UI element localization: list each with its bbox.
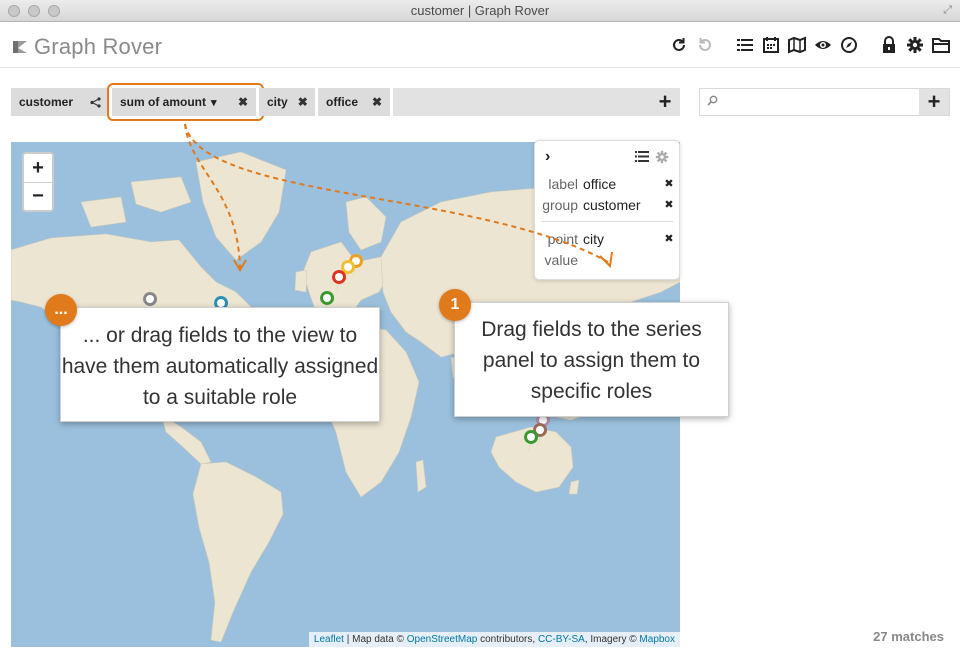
license-link[interactable]: CC-BY-SA	[538, 634, 585, 645]
field-chip-city[interactable]: city ✖	[259, 88, 318, 116]
window-titlebar: customer | Graph Rover ⤢	[0, 0, 960, 22]
add-field-button[interactable]: +	[650, 88, 680, 116]
field-bar: customer sum of amount ▾ ✖ city ✖ office…	[11, 83, 680, 121]
search-box: +	[699, 88, 950, 116]
attribution-text: contributors,	[477, 634, 538, 645]
match-count: 27 matches	[873, 629, 944, 644]
attribution-text: | Map data ©	[343, 634, 407, 645]
remove-role-icon[interactable]: ✖	[659, 232, 679, 245]
gear-icon[interactable]	[655, 150, 669, 164]
app-name: Graph Rover	[34, 34, 163, 59]
field-chip-label: office	[326, 95, 359, 109]
callout-badge: 1	[439, 289, 471, 321]
search-input[interactable]	[700, 89, 919, 115]
window-title: customer | Graph Rover	[410, 3, 550, 18]
graph-rover-logo-icon	[13, 41, 27, 53]
attribution-text: , Imagery ©	[584, 634, 640, 645]
series-role-label: label	[548, 175, 578, 192]
expand-panel-button[interactable]: ›	[545, 148, 550, 166]
field-chip-label: customer	[19, 95, 74, 109]
eye-icon[interactable]	[814, 36, 832, 54]
series-role-label: group	[542, 196, 578, 213]
remove-role-icon[interactable]: ✖	[659, 177, 679, 190]
remove-field-icon[interactable]: ✖	[228, 95, 248, 109]
series-row-label: label office ✖	[535, 173, 679, 194]
chevron-down-icon[interactable]: ▾	[211, 96, 217, 109]
callout-text: Drag fields to the series panel to assig…	[481, 318, 702, 403]
leaflet-link[interactable]: Leaflet	[314, 634, 344, 645]
callout-auto-assign: ... or drag fields to the view to have t…	[60, 307, 380, 422]
divider	[541, 221, 673, 222]
remove-role-icon[interactable]: ✖	[659, 198, 679, 211]
map-attribution: Leaflet | Map data © OpenStreetMap contr…	[308, 632, 680, 647]
list-icon[interactable]	[736, 36, 754, 54]
folder-icon[interactable]	[932, 36, 950, 54]
app-header: Graph Rover	[0, 22, 960, 68]
zoom-in-button[interactable]: +	[24, 154, 52, 182]
remove-field-icon[interactable]: ✖	[288, 95, 308, 109]
remove-field-icon[interactable]: ✖	[362, 95, 382, 109]
field-chip-office[interactable]: office ✖	[318, 88, 393, 116]
app-logo: Graph Rover	[12, 34, 162, 60]
compass-icon[interactable]	[840, 36, 858, 54]
openstreetmap-link[interactable]: OpenStreetMap	[407, 634, 478, 645]
series-role-value[interactable]: customer	[583, 197, 659, 213]
fullscreen-icon[interactable]: ⤢	[943, 4, 952, 17]
field-chip-label: city	[267, 95, 288, 109]
series-panel: › label office ✖ group customer ✖ point …	[534, 140, 680, 280]
field-chip-sum-of-amount[interactable]: sum of amount ▾ ✖	[107, 83, 264, 121]
zoom-out-button[interactable]: −	[24, 182, 52, 210]
field-chip-customer[interactable]: customer	[11, 88, 112, 116]
add-search-button[interactable]: +	[919, 89, 949, 115]
callout-text: ... or drag fields to the view to have t…	[61, 324, 379, 409]
toolbar	[670, 36, 950, 54]
map-icon[interactable]	[788, 36, 806, 54]
gear-icon[interactable]	[906, 36, 924, 54]
series-role-label: point	[547, 230, 578, 247]
lock-icon[interactable]	[880, 36, 898, 54]
callout-badge: ...	[45, 294, 77, 326]
list-icon[interactable]	[635, 150, 649, 163]
refresh-icon[interactable]	[670, 36, 688, 54]
series-role-value[interactable]: city	[583, 231, 659, 247]
series-row-value: value	[535, 249, 679, 270]
series-role-label: value	[544, 251, 578, 268]
zoom-control: + −	[22, 152, 54, 212]
field-chip-label: sum of amount	[120, 95, 206, 109]
series-row-group: group customer ✖	[535, 194, 679, 215]
mapbox-link[interactable]: Mapbox	[639, 634, 675, 645]
share-icon[interactable]	[80, 96, 101, 108]
series-role-value[interactable]: office	[583, 176, 659, 192]
redo-icon[interactable]	[696, 36, 714, 54]
calendar-icon[interactable]	[762, 36, 780, 54]
series-row-point: point city ✖	[535, 228, 679, 249]
search-icon	[707, 95, 718, 106]
callout-series-panel: Drag fields to the series panel to assig…	[454, 302, 729, 417]
